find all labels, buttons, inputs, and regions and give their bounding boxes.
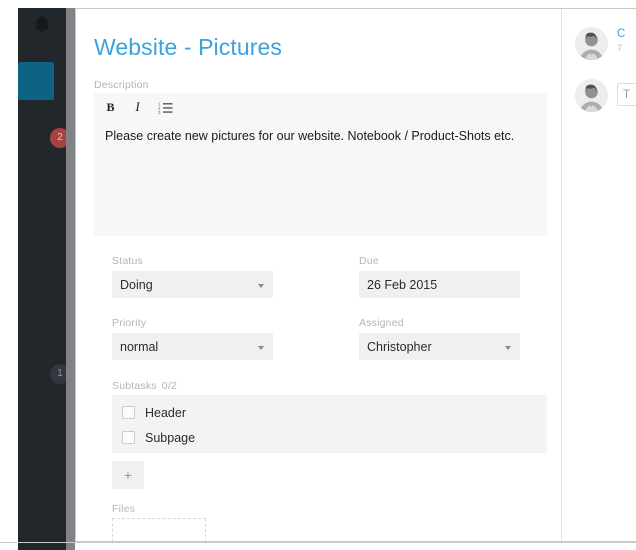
assigned-field: Assigned Christopher [359, 317, 520, 360]
status-label: Status [112, 255, 143, 267]
subtask-checkbox[interactable] [122, 406, 135, 419]
page-bottom-divider [0, 542, 636, 543]
list-item[interactable]: Header [122, 401, 547, 424]
ordered-list-icon[interactable]: 1 2 3 [158, 98, 173, 116]
chevron-down-icon [258, 345, 264, 350]
files-label: Files [112, 503, 136, 515]
avatar[interactable] [575, 27, 608, 60]
priority-select[interactable]: normal [112, 333, 273, 360]
due-field: Due 26 Feb 2015 [359, 255, 520, 298]
due-value: 26 Feb 2015 [367, 277, 438, 292]
task-detail-body: Website - Pictures Description B I 1 2 3 [76, 9, 561, 541]
subtask-label: Subpage [145, 430, 196, 445]
page-title: Website - Pictures [94, 34, 282, 60]
comment-composer: T [575, 79, 636, 112]
status-value: Doing [120, 277, 153, 292]
comment-timestamp: 7 [617, 43, 623, 54]
status-select[interactable]: Doing [112, 271, 273, 298]
comment-meta: C 7 [617, 27, 625, 54]
list-item[interactable]: Subpage [122, 426, 547, 449]
bell-icon[interactable] [18, 8, 66, 36]
chevron-down-icon [258, 283, 264, 288]
sidebar-badge-messages[interactable]: 1 [50, 364, 66, 384]
subtasks-label-text: Subtasks [112, 380, 157, 392]
due-date-input[interactable]: 26 Feb 2015 [359, 271, 520, 298]
comment-author[interactable]: C [617, 28, 625, 40]
subtasks-label: Subtasks 0/2 [112, 380, 177, 392]
bold-icon[interactable]: B [104, 98, 117, 116]
description-text[interactable]: Please create new pictures for our websi… [105, 128, 537, 144]
priority-field: Priority normal [112, 317, 273, 360]
assigned-select[interactable]: Christopher [359, 333, 520, 360]
due-label: Due [359, 255, 379, 267]
app-root: 2 1 Website - Pictures Description B I 1… [0, 0, 636, 550]
description-editor[interactable]: B I 1 2 3 Please create new pictures for… [94, 93, 547, 236]
status-field: Status Doing [112, 255, 273, 298]
add-subtask-button[interactable]: + [112, 461, 144, 489]
subtask-label: Header [145, 405, 186, 420]
left-sidebar: 2 1 [18, 8, 66, 550]
priority-value: normal [120, 339, 159, 354]
assigned-label: Assigned [359, 317, 404, 329]
description-label: Description [94, 79, 149, 91]
comments-panel: C 7 T [561, 9, 636, 541]
subtask-checkbox[interactable] [122, 431, 135, 444]
subtasks-count: 0/2 [161, 380, 177, 392]
avatar[interactable] [575, 79, 608, 112]
chevron-down-icon [505, 345, 511, 350]
task-detail-modal: Website - Pictures Description B I 1 2 3 [75, 8, 636, 542]
comment-item: C 7 [575, 27, 625, 60]
priority-label: Priority [112, 317, 147, 329]
assigned-value: Christopher [367, 339, 432, 354]
italic-icon[interactable]: I [131, 98, 144, 116]
description-toolbar: B I 1 2 3 [94, 93, 173, 121]
sidebar-item-active[interactable] [18, 62, 54, 100]
comment-input[interactable]: T [617, 83, 636, 106]
files-dropzone[interactable] [112, 518, 206, 541]
vertical-scrollbar[interactable] [66, 8, 75, 550]
svg-text:3: 3 [158, 110, 161, 114]
subtasks-list: Header Subpage [112, 395, 547, 453]
sidebar-badge-alerts[interactable]: 2 [50, 128, 66, 148]
